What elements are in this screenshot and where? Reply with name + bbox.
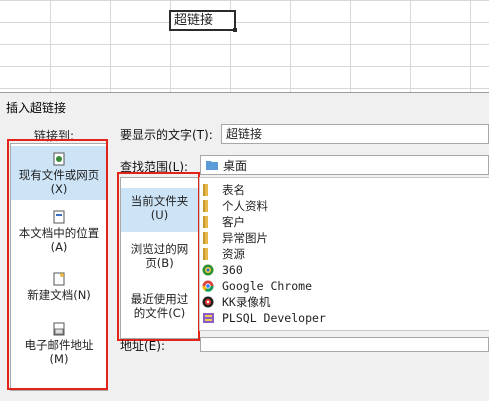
file-name: PLSQL Developer (222, 311, 326, 325)
list-item[interactable]: 异常图片 (200, 230, 489, 246)
list-item[interactable]: 表名 (200, 182, 489, 198)
file-name: 表名 (222, 183, 245, 197)
link-to-new-document[interactable]: 新建文档(N) (11, 272, 107, 302)
dialog-title: 插入超链接 (6, 101, 67, 115)
link-to-existing-file[interactable]: 现有文件或网页 (X) (11, 146, 107, 200)
nav-current-folder[interactable]: 当前文件夹 (U) (121, 188, 198, 232)
new-document-icon (53, 272, 65, 286)
file-name: 客户 (222, 215, 245, 229)
file-name: KK录像机 (222, 295, 271, 309)
link-to-new-document-label: 新建文档 (27, 288, 74, 302)
browse-nav-panel: 当前文件夹 (U) 浏览过的网 页(B) 最近使用过 的文件(C) (120, 177, 199, 339)
360-browser-icon (202, 264, 215, 276)
display-text-input[interactable]: 超链接 (221, 124, 489, 144)
link-to-panel: 现有文件或网页 (X) 本文档中的位置 (A) 新建文档(N) 电子邮件地址 (… (10, 143, 108, 391)
address-label: 地址(E): (120, 339, 165, 353)
file-name: 资源 (222, 247, 245, 261)
file-name: 个人资料 (222, 199, 268, 213)
link-to-email-label: 电子邮件地址 (24, 338, 94, 352)
selected-cell-text: 超链接 (174, 13, 214, 28)
link-to-email-accel: (M) (49, 352, 69, 366)
nav-current-folder-line1: 当前文件夹 (130, 194, 189, 208)
selected-cell[interactable]: 超链接 (169, 10, 237, 32)
document-place-icon (53, 210, 65, 224)
kk-recorder-icon (202, 296, 215, 308)
nav-recent-files-line1: 最近使用过 (130, 292, 189, 306)
desktop-folder-icon (205, 159, 219, 174)
folder-icon (202, 200, 215, 212)
file-name: 异常图片 (222, 231, 268, 245)
look-in-dropdown[interactable]: 桌面 (200, 155, 489, 175)
list-item[interactable]: 资源 (200, 246, 489, 262)
link-to-new-document-accel: (N) (73, 288, 91, 302)
list-item[interactable]: PLSQL Developer (200, 310, 489, 326)
file-list[interactable]: 表名 个人资料 客户 异常图片 资源 360 Google Chrome KK录… (199, 177, 489, 331)
file-name: Google Chrome (222, 279, 313, 293)
display-text-label: 要显示的文字(T): (120, 128, 213, 142)
list-item[interactable]: KK录像机 (200, 294, 489, 310)
link-to-place-accel: (A) (50, 240, 68, 254)
chrome-icon (202, 280, 215, 292)
look-in-value: 桌面 (223, 159, 248, 173)
link-to-existing-file-accel: (X) (50, 182, 68, 196)
folder-icon (202, 216, 215, 228)
folder-icon (202, 184, 215, 196)
nav-recent-files[interactable]: 最近使用过 的文件(C) (121, 292, 198, 326)
globe-document-icon (53, 152, 65, 166)
folder-icon (202, 248, 215, 260)
email-icon (53, 322, 65, 336)
list-item[interactable]: Google Chrome (200, 278, 489, 294)
link-to-place-in-document[interactable]: 本文档中的位置 (A) (11, 210, 107, 254)
link-to-existing-file-label: 现有文件或网页 (18, 168, 100, 182)
nav-browsed-pages-line2: 页(B) (145, 256, 174, 270)
nav-browsed-pages-line1: 浏览过的网 (130, 242, 189, 256)
display-text-value: 超链接 (226, 127, 263, 141)
list-item[interactable]: 360 (200, 262, 489, 278)
nav-current-folder-line2: (U) (150, 208, 169, 222)
nav-browsed-pages[interactable]: 浏览过的网 页(B) (121, 242, 198, 276)
file-name: 360 (222, 263, 243, 277)
link-to-place-label: 本文档中的位置 (18, 226, 100, 240)
list-item[interactable]: 客户 (200, 214, 489, 230)
spreadsheet-grid[interactable]: 超链接 (0, 0, 489, 92)
nav-recent-files-line2: 的文件(C) (133, 306, 186, 320)
look-in-label: 查找范围(L): (120, 160, 189, 174)
link-to-label: 链接到: (34, 129, 75, 143)
address-input[interactable] (200, 337, 489, 352)
folder-icon (202, 232, 215, 244)
list-item[interactable]: 个人资料 (200, 198, 489, 214)
plsql-icon (202, 312, 215, 324)
insert-hyperlink-dialog: 插入超链接 链接到: 现有文件或网页 (X) 本文档中的位置 (A) 新建文档(… (0, 92, 489, 401)
link-to-email-address[interactable]: 电子邮件地址 (M) (11, 322, 107, 366)
